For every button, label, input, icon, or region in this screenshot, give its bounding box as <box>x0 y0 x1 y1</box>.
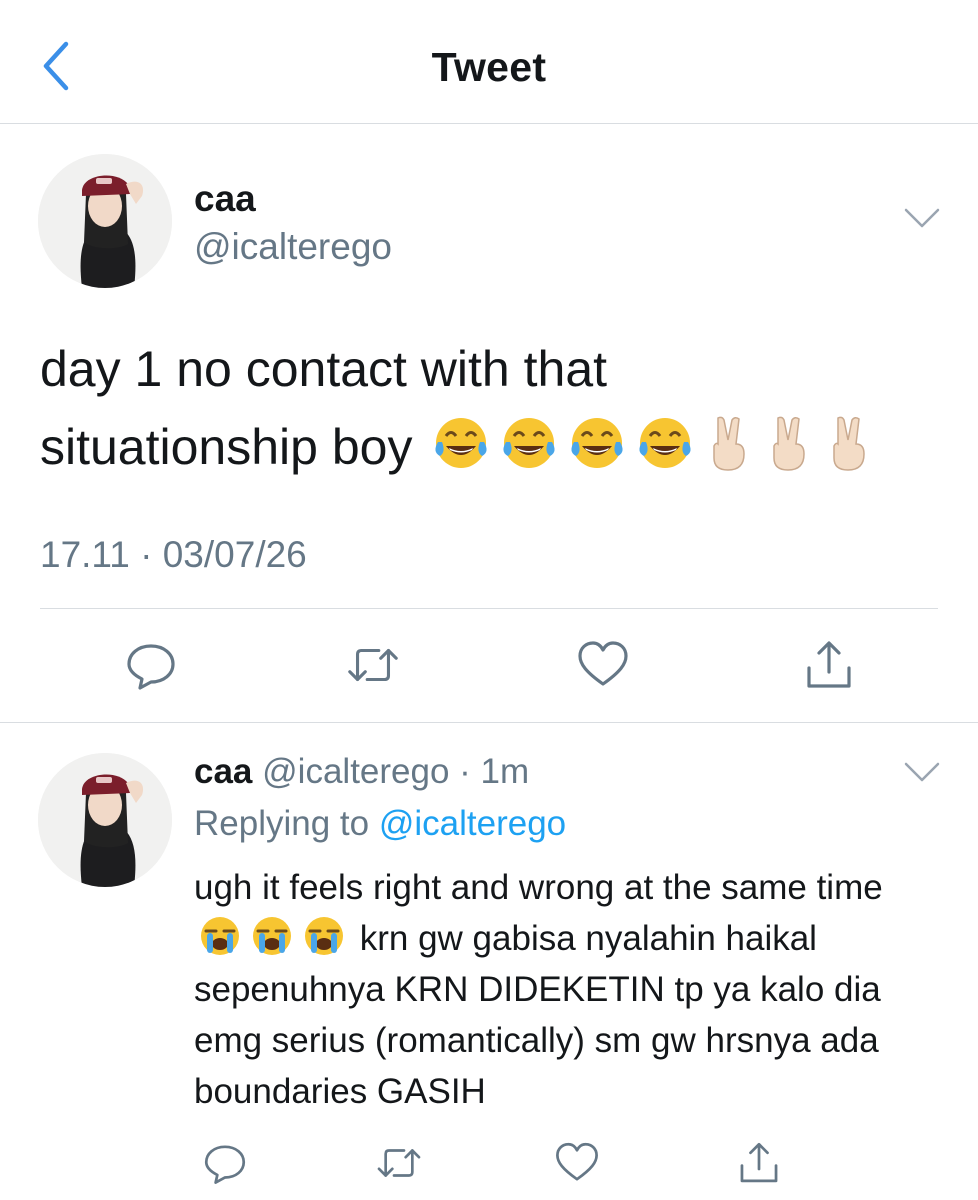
reply-actions-bar <box>0 1134 978 1194</box>
display-name[interactable]: caa <box>194 752 252 791</box>
retweet-icon <box>377 1149 421 1177</box>
reply-icon <box>127 644 175 690</box>
retweet-icon <box>348 648 398 682</box>
tears-of-joy-emoji <box>503 418 555 468</box>
divider <box>40 608 938 609</box>
victory-hand-emoji <box>773 416 806 471</box>
like-button[interactable] <box>548 1134 606 1192</box>
victory-hand-emoji <box>833 416 866 471</box>
mention-link[interactable]: @icalterego <box>379 804 566 843</box>
reply-header: caa @icalterego · 1m <box>194 752 529 792</box>
share-button[interactable] <box>730 1134 788 1192</box>
share-button[interactable] <box>800 636 858 694</box>
share-icon <box>740 1142 778 1183</box>
retweet-button[interactable] <box>370 1134 428 1192</box>
display-name[interactable]: caa <box>194 178 256 220</box>
tears-of-joy-emoji <box>639 418 691 468</box>
page-title: Tweet <box>431 44 547 90</box>
tweet-options-button[interactable] <box>902 760 942 786</box>
reply-icon <box>204 1145 246 1184</box>
reply-button[interactable] <box>196 1134 254 1192</box>
reply-text: ugh it feels right and wrong at the same… <box>194 862 954 1117</box>
tweet-actions-bar <box>0 636 978 696</box>
tweet-text: day 1 no contact with that situationship… <box>40 330 940 486</box>
loudly-crying-emoji <box>305 917 343 955</box>
reply-button[interactable] <box>122 636 180 694</box>
tweet-text-line: situationship boy <box>40 419 413 475</box>
victory-hand-emoji <box>713 416 746 471</box>
emoji-group <box>432 414 874 474</box>
retweet-button[interactable] <box>344 636 402 694</box>
loudly-crying-emoji <box>201 917 239 955</box>
tears-of-joy-emoji <box>435 418 487 468</box>
loudly-crying-emoji <box>253 917 291 955</box>
like-button[interactable] <box>574 636 632 694</box>
user-handle[interactable]: @icalterego <box>262 752 449 791</box>
replying-to-label: Replying to <box>194 804 370 843</box>
avatar[interactable] <box>38 154 172 288</box>
tweet-detail-screen: Tweet caa @icalterego day 1 no contact w… <box>0 0 978 1200</box>
tweet-text-line: day 1 no contact with that <box>40 341 608 397</box>
share-icon <box>807 641 851 688</box>
divider <box>0 722 978 723</box>
chevron-down-icon <box>904 762 940 782</box>
reply-time: · 1m <box>459 752 530 791</box>
replying-to: Replying to @icalterego <box>194 804 566 844</box>
avatar-image <box>38 154 172 288</box>
avatar-image <box>38 753 172 887</box>
tweet-timestamp: 17.11 · 03/07/26 <box>40 534 307 575</box>
emoji-group <box>198 914 346 958</box>
tweet-text-line-with-emoji: situationship boy <box>40 408 940 486</box>
heart-icon <box>578 641 628 686</box>
user-handle[interactable]: @icalterego <box>194 226 392 268</box>
reply-text-part: ugh it feels right and wrong at the same… <box>194 868 883 907</box>
avatar[interactable] <box>38 753 172 887</box>
navigation-bar: Tweet <box>0 0 978 124</box>
chevron-down-icon <box>904 208 940 228</box>
tweet-options-button[interactable] <box>902 206 942 232</box>
heart-icon <box>556 1142 598 1181</box>
tears-of-joy-emoji <box>571 418 623 468</box>
